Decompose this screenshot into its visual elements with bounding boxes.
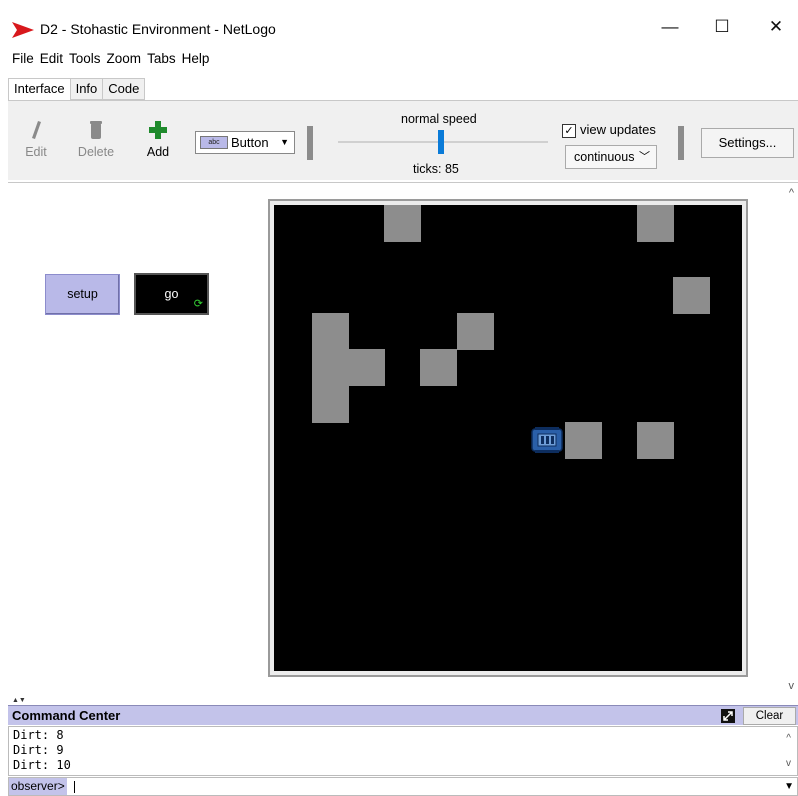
command-center-header: Command Center Clear — [8, 705, 798, 725]
chevron-down-icon: ﹀ — [639, 151, 650, 163]
world-view[interactable] — [268, 199, 748, 677]
menu-help[interactable]: Help — [179, 48, 213, 70]
output-line: Dirt: 8 — [13, 728, 64, 742]
dirt-patch — [312, 313, 350, 351]
menu-edit[interactable]: Edit — [37, 48, 66, 70]
window-title: D2 - Stohastic Environment - NetLogo — [40, 21, 276, 37]
delete-button[interactable]: Delete — [74, 119, 118, 159]
chevron-down-icon: ▼ — [280, 137, 289, 147]
scroll-up-icon[interactable]: ^ — [789, 187, 794, 199]
forever-icon: ⟳ — [193, 298, 203, 310]
go-label: go — [164, 287, 179, 301]
add-button[interactable]: Add — [136, 119, 180, 159]
update-mode-select[interactable]: continuous ﹀ — [565, 145, 657, 169]
clear-button[interactable]: Clear — [743, 707, 796, 725]
dirt-patch — [564, 421, 602, 459]
add-label: Add — [146, 145, 170, 159]
output-line: Dirt: 9 — [13, 743, 64, 757]
menu-zoom[interactable]: Zoom — [104, 48, 145, 70]
setup-button[interactable]: setup — [45, 274, 120, 315]
tab-interface[interactable]: Interface — [8, 78, 71, 101]
toolbar-divider — [307, 126, 313, 160]
tab-bar: Interface Info Code — [8, 78, 146, 101]
dirt-patch — [637, 205, 674, 242]
scroll-down-icon[interactable]: v — [789, 680, 795, 692]
menu-file[interactable]: File — [9, 48, 37, 70]
maximize-button[interactable]: ☐ — [702, 14, 742, 40]
trash-icon — [90, 121, 102, 139]
title-bar: D2 - Stohastic Environment - NetLogo — ☐… — [0, 0, 798, 44]
chevron-down-icon[interactable]: ▼ — [784, 781, 794, 792]
view-updates-checkbox[interactable]: ✓ — [562, 124, 576, 138]
splitter-arrows-icon[interactable]: ▲▼ — [12, 697, 26, 704]
edit-button[interactable]: Edit — [14, 119, 58, 159]
minimize-button[interactable]: — — [650, 14, 690, 40]
scroll-down-icon[interactable]: v — [786, 756, 791, 771]
expand-icon[interactable] — [721, 709, 735, 723]
tab-info[interactable]: Info — [69, 78, 104, 100]
close-button[interactable]: ✕ — [756, 14, 796, 40]
go-button[interactable]: go ⟳ — [134, 273, 209, 315]
dirt-patch — [348, 349, 386, 387]
edit-label: Edit — [25, 145, 47, 159]
dirt-patch — [637, 421, 674, 459]
dirt-patch — [312, 349, 350, 387]
dirt-patch — [456, 313, 494, 351]
menu-tools[interactable]: Tools — [66, 48, 104, 70]
delete-label: Delete — [77, 145, 115, 159]
widget-type-select[interactable]: abc Button ▼ — [195, 131, 295, 154]
pencil-icon — [32, 121, 41, 139]
world-canvas[interactable] — [274, 205, 742, 671]
view-updates-label: view updates — [580, 122, 656, 137]
dirt-patch — [673, 277, 711, 315]
speed-label: normal speed — [401, 112, 477, 126]
command-input[interactable]: observer> ▼ — [8, 777, 798, 796]
widget-type-value: Button — [231, 135, 269, 150]
command-output: Dirt: 8 Dirt: 9 Dirt: 10 ^ v — [8, 726, 798, 776]
dirt-patch — [420, 349, 458, 387]
menu-tabs[interactable]: Tabs — [144, 48, 179, 70]
speed-slider-thumb[interactable] — [438, 130, 444, 154]
scroll-up-icon[interactable]: ^ — [786, 731, 791, 746]
output-line: Dirt: 10 — [13, 758, 71, 772]
dirt-patch — [384, 205, 422, 242]
interface-toolbar: Edit Delete Add abc Button ▼ normal spee… — [8, 100, 798, 180]
menu-bar: File Edit Tools Zoom Tabs Help — [0, 48, 798, 70]
plus-icon — [149, 121, 167, 139]
text-cursor — [74, 781, 75, 793]
command-center-title: Command Center — [12, 708, 121, 723]
toolbar-divider — [678, 126, 684, 160]
button-widget-icon: abc — [200, 136, 228, 149]
vacuum-robot-icon — [530, 426, 563, 453]
netlogo-logo-icon — [12, 22, 34, 38]
agent-type-selector[interactable]: observer> — [9, 778, 67, 795]
update-mode-value: continuous — [574, 150, 635, 164]
ticks-counter: ticks: 85 — [413, 162, 459, 176]
tab-code[interactable]: Code — [102, 78, 146, 100]
settings-button[interactable]: Settings... — [701, 128, 794, 158]
dirt-patch — [312, 385, 350, 423]
interface-canvas[interactable]: ^ v setup go ⟳ — [8, 182, 798, 698]
